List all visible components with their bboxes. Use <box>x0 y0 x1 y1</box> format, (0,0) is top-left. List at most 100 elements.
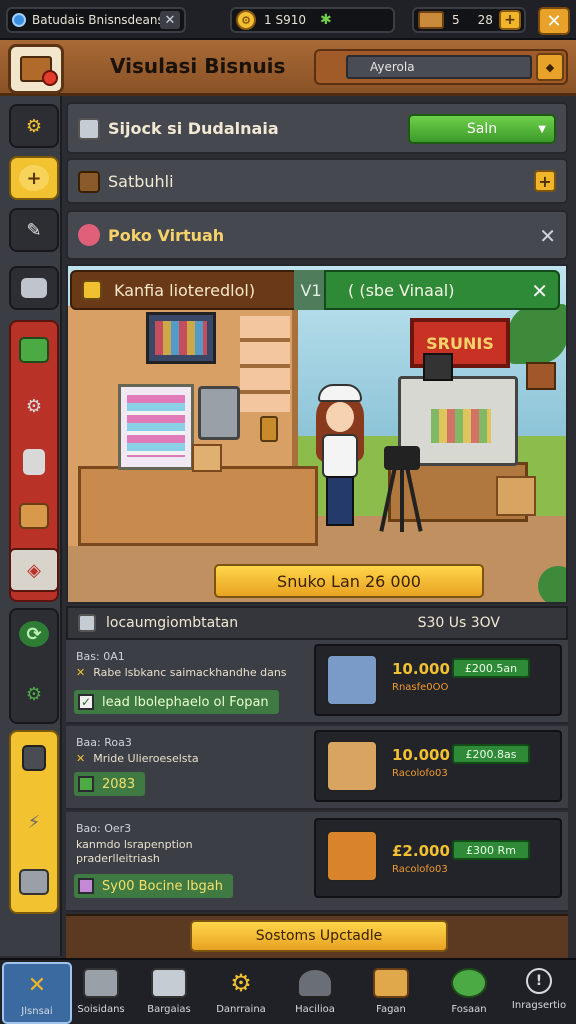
system-update-button[interactable]: Sostoms Upctadle <box>190 920 448 952</box>
camera-tripod <box>378 446 423 536</box>
avatar[interactable] <box>8 44 64 94</box>
sparkle-icon: ✱ <box>319 12 332 28</box>
machine-icon <box>21 278 47 298</box>
sidebar-item-refresh[interactable]: ⟳ <box>9 612 59 656</box>
checkbox-icon <box>78 776 94 792</box>
item-code: Bao: Oer3 <box>76 822 132 835</box>
tab-label: Hacilioa <box>295 1004 335 1015</box>
sidebar-item-document[interactable] <box>9 736 59 780</box>
section-panel: Satbuhli + <box>66 158 568 204</box>
sidebar-item-dispenser[interactable] <box>9 440 59 484</box>
item-card[interactable]: £2.000 Racolofo03 £300 Rm <box>314 818 562 898</box>
tab-bargains[interactable]: Bargaias <box>134 962 204 1024</box>
jar <box>260 416 278 442</box>
item-tag[interactable]: Sy00 Bocine lbgah <box>74 874 233 898</box>
crate-icon <box>20 56 58 86</box>
display-screen <box>146 312 216 364</box>
stack-icon <box>19 337 49 363</box>
dispenser-icon <box>23 449 45 475</box>
gold-value: 5 <box>452 13 460 27</box>
cube-icon <box>78 118 100 140</box>
close-panel-icon[interactable]: ✕ <box>539 224 556 248</box>
add-gold-button[interactable]: + <box>499 10 521 30</box>
sidebar-item-boxes[interactable] <box>9 494 59 538</box>
item-tag[interactable]: 2083 <box>74 772 146 796</box>
dropdown-arrow-icon[interactable]: ◆ <box>536 53 564 81</box>
info-icon: ! <box>526 968 552 994</box>
sidebar-item-stock[interactable] <box>9 328 59 372</box>
shopkeeper-character[interactable] <box>308 384 372 534</box>
tab-daily[interactable]: ⚙ Danrraina <box>206 962 276 1024</box>
chevron-down-icon: ▼ <box>538 123 546 135</box>
item-sub: Rnasfe0OO <box>392 682 449 693</box>
close-icon[interactable]: ✕ <box>160 11 180 29</box>
tab-facilities[interactable]: Hacilioa <box>280 962 350 1024</box>
resource-value: 1 S910 <box>264 13 306 27</box>
item-card[interactable]: 10.000 Rnasfe0OO £200.5an <box>314 644 562 716</box>
close-button[interactable]: ✕ <box>538 7 570 35</box>
sidebar-item-add[interactable]: + <box>9 156 59 200</box>
app-chip[interactable]: Batudais Bnisnsdeans ✕ <box>6 7 186 33</box>
sidebar-item-cog[interactable]: ⚙ <box>9 672 59 716</box>
tab-label: Danrraina <box>216 1004 266 1015</box>
store-scene: SRUNIS Kanfia lioteredlol) V1 ( (sbe Vin… <box>66 264 568 604</box>
robot-arm-icon: ⚙ <box>25 395 43 417</box>
machine-icon <box>151 968 187 998</box>
sidebar-item-archive[interactable]: ◈ <box>9 548 59 592</box>
plant-icon <box>451 968 487 998</box>
sidebar-item-printer[interactable] <box>9 860 59 904</box>
bottle-shelf <box>240 316 290 412</box>
item-pill: £300 Rm <box>452 840 530 860</box>
item-sub: Racolofo03 <box>392 864 448 875</box>
tab-shop[interactable]: Fagan <box>356 962 426 1024</box>
close-badge-icon[interactable]: ✕ <box>531 279 548 303</box>
sidebar-item-plug[interactable]: ⚡ <box>9 800 59 844</box>
item-desc-text: Rabe lsbkanc saimackhandhe dans <box>93 666 287 679</box>
stock-select-button[interactable]: Saln ▼ <box>408 114 556 144</box>
item-price: 10.000 <box>392 660 450 678</box>
sidebar-item-tools[interactable]: ✎ <box>9 208 59 252</box>
list-title: locaumgiombtatan <box>106 615 239 631</box>
list-item[interactable]: Baa: Roa3 ✕ Mride Ulieroeselsta 2083 10.0… <box>66 726 568 810</box>
small-box <box>192 444 222 472</box>
tag-icon <box>78 224 100 246</box>
list-item[interactable]: Bao: Oer3 kanmdo lsrapenption praderllei… <box>66 812 568 912</box>
tab-label: Soisidans <box>77 1004 125 1015</box>
tab-supplies[interactable]: Soisidans <box>66 962 136 1024</box>
sidebar-item-robot[interactable]: ⚙ <box>9 384 59 428</box>
bottom-nav: ✕ Jlsnsai Soisidans Bargaias ⚙ Danrraina… <box>0 958 576 1024</box>
price-button[interactable]: Snuko Lan 26 000 <box>214 564 484 598</box>
coin-gear-icon: ⚙ <box>236 10 256 30</box>
list-header: locaumgiombtatan S30 Us 3OV <box>66 606 568 640</box>
sidebar-item-machine[interactable] <box>9 266 59 310</box>
item-price: £2.000 <box>392 842 450 860</box>
refresh-icon: ⟳ <box>19 621 49 647</box>
cardboard-box <box>496 476 536 516</box>
machine-thumb-icon <box>326 654 378 706</box>
badge-right-label: ( (sbe Vinaal) <box>348 280 455 300</box>
tab-label: Jlsnsai <box>21 1006 53 1017</box>
box-icon <box>373 968 409 998</box>
badge-left-label: Kanfia lioteredlol) <box>114 280 256 300</box>
app-label: Batudais Bnisnsdeans <box>32 13 164 27</box>
tab-info[interactable]: ! Inragsertio <box>504 962 574 1024</box>
page-title: Visulasi Bisnuis <box>110 54 286 78</box>
scene-badge-left: Kanfia lioteredlol) <box>70 270 298 310</box>
coffee-machine <box>198 386 240 440</box>
sidebar-item-settings[interactable]: ⚙ <box>9 104 59 148</box>
tab-home[interactable]: ✕ Jlsnsai <box>2 962 72 1024</box>
gear-icon: ⚙ <box>25 115 43 137</box>
item-tag[interactable]: ✓ lead lbolephaelo ol Fopan <box>74 690 279 714</box>
crate-thumb-icon <box>326 830 378 882</box>
bush <box>538 566 566 602</box>
item-card[interactable]: 10.000 Racolofo03 £200.8as <box>314 730 562 802</box>
barrel-icon <box>297 968 333 998</box>
virtual-title: Poko Virtuah <box>108 226 225 245</box>
green-gear-icon: ⚙ <box>25 683 43 705</box>
tab-food[interactable]: Fosaan <box>434 962 504 1024</box>
plug-icon: ⚡ <box>27 811 41 833</box>
section-title: Satbuhli <box>108 172 174 191</box>
list-item[interactable]: Bas: 0A1 ✕ Rabe lsbkanc saimackhandhe dan… <box>66 640 568 724</box>
search-input[interactable]: Ayerola <box>346 55 532 79</box>
add-section-button[interactable]: + <box>534 170 556 192</box>
